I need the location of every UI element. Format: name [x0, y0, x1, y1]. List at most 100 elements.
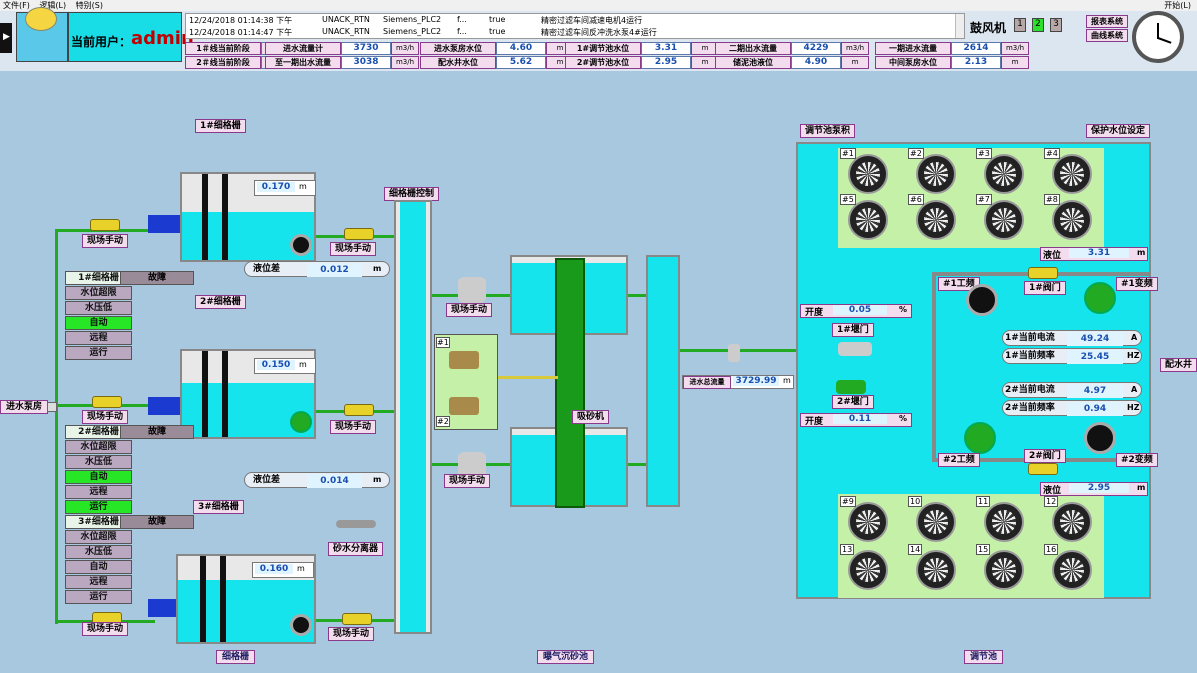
fault-indicator[interactable]: 故障 — [120, 425, 194, 439]
manual-label-4[interactable]: 现场手动 — [330, 242, 377, 256]
valve-icon[interactable] — [90, 219, 120, 231]
gate-valve-icon[interactable] — [458, 277, 486, 303]
valve-1-label[interactable]: 1#阀门 — [1024, 281, 1066, 295]
current-1-readout: 1#当前电流 49.24 A — [1002, 330, 1142, 346]
manual-label-7[interactable]: 现场手动 — [446, 303, 493, 317]
metric-value: 4.90 — [791, 56, 841, 69]
current-2-readout: 2#当前电流 4.97 A — [1002, 382, 1142, 398]
manual-label-8[interactable]: 现场手动 — [444, 474, 491, 488]
sand-suction-label[interactable]: 吸砂机 — [572, 410, 610, 424]
fan-icon[interactable] — [984, 550, 1024, 590]
fan-number: 10 — [908, 496, 923, 507]
footer-adjust-label[interactable]: 调节池 — [964, 650, 1004, 664]
fan-icon[interactable] — [916, 154, 956, 194]
fan-icon[interactable] — [1052, 200, 1092, 240]
event-src: Siemens_PLC2 — [383, 27, 442, 36]
valve-icon[interactable] — [344, 404, 374, 416]
inlet-pump-house-label[interactable]: 进水泵房 — [0, 400, 48, 414]
metric-label: 储泥池液位 — [715, 56, 791, 69]
menu-open[interactable]: 开始(L) — [1164, 0, 1191, 11]
pump-2b-icon[interactable] — [1084, 422, 1116, 454]
distribution-well-label[interactable]: 配水井 — [1160, 358, 1197, 372]
menu-file[interactable]: 文件(F) — [3, 1, 30, 10]
screen-3-label[interactable]: 3#细格栅 — [193, 500, 244, 514]
valve-icon[interactable] — [344, 228, 374, 240]
sand-suction-bridge[interactable] — [555, 258, 585, 508]
fan-icon[interactable] — [916, 200, 956, 240]
gate-2-icon[interactable] — [836, 380, 866, 394]
metric-label: 二期出水流量 — [715, 42, 791, 55]
fan-icon[interactable] — [916, 550, 956, 590]
fault-indicator[interactable]: 故障 — [120, 515, 194, 529]
blower-3-indicator[interactable]: 3 — [1050, 18, 1062, 32]
status-item: 远程 — [65, 331, 132, 345]
metric-label: 2＃线当前阶段 — [185, 56, 261, 69]
metric-label: 至一期出水流量 — [265, 56, 341, 69]
event-list[interactable]: 12/24/2018 01:14:38 下午 UNACK_RTN Siemens_P… — [185, 13, 965, 39]
screen-2-pump-icon[interactable] — [290, 411, 312, 433]
metrics-row-2: 2＃线当前阶段9至一期出水流量3038m3/h配水井水位5.62m2#调节池水位… — [185, 56, 1135, 70]
fan-icon[interactable] — [848, 200, 888, 240]
screen-control-button[interactable]: 细格栅控制 — [384, 187, 440, 201]
pump-1-icon[interactable] — [966, 284, 998, 316]
pump-1b-icon[interactable] — [1084, 282, 1116, 314]
screen-channel — [394, 200, 432, 634]
valve-icon[interactable] — [92, 396, 122, 408]
curve-system-button[interactable]: 曲线系统 — [1086, 29, 1128, 42]
fan-icon[interactable] — [984, 502, 1024, 542]
footer-screen-label[interactable]: 细格栅 — [216, 650, 256, 664]
pump-1-vfd-label[interactable]: #1变频 — [1116, 277, 1158, 291]
fan-icon[interactable] — [1052, 550, 1092, 590]
menu-special[interactable]: 特别(S) — [76, 1, 103, 10]
fan-icon[interactable] — [916, 502, 956, 542]
status-item: 水压低 — [65, 545, 132, 559]
side-toggle-button[interactable]: ▶ — [0, 23, 12, 53]
metric-value: 4.60 — [496, 42, 546, 55]
protect-level-button[interactable]: 保护水位设定 — [1086, 124, 1151, 138]
footer-grit-label[interactable]: 曝气沉砂池 — [537, 650, 595, 664]
manual-label-5[interactable]: 现场手动 — [330, 420, 377, 434]
manual-label-2[interactable]: 现场手动 — [82, 410, 129, 424]
fan-number: 11 — [976, 496, 991, 507]
fan-icon[interactable] — [984, 154, 1024, 194]
adjust-volume-button[interactable]: 调节池泵积 — [800, 124, 856, 138]
manual-label-1[interactable]: 现场手动 — [82, 234, 129, 248]
event-time: 12/24/2018 01:14:38 下午 — [189, 16, 293, 25]
pump-2-fixed-label[interactable]: #2工频 — [938, 453, 980, 467]
manual-label-6[interactable]: 现场手动 — [328, 627, 375, 641]
pump-2-icon[interactable] — [964, 422, 996, 454]
process-diagram: 进水泵房 1#细格栅 2#细格栅 3#细格栅 0.170 m 0.150 m 0.1… — [0, 72, 1197, 673]
report-system-button[interactable]: 报表系统 — [1086, 15, 1128, 28]
screen-1-pump-icon[interactable] — [290, 234, 312, 256]
screen-2-diff: 液位差 0.014 m — [244, 472, 390, 488]
gate-1-icon[interactable] — [838, 342, 872, 356]
valve-2-icon[interactable] — [1028, 463, 1058, 475]
fan-icon[interactable] — [848, 502, 888, 542]
fan-icon[interactable] — [984, 200, 1024, 240]
blower-1-indicator[interactable]: 1 — [1014, 18, 1026, 32]
screen-2-label[interactable]: 2#细格栅 — [195, 295, 246, 309]
sand-separator-label[interactable]: 砂水分离器 — [328, 542, 384, 556]
pump-2-vfd-label[interactable]: #2变频 — [1116, 453, 1158, 467]
status-item: 自动 — [65, 316, 132, 330]
manual-label-3[interactable]: 现场手动 — [82, 622, 129, 636]
fan-icon[interactable] — [848, 154, 888, 194]
fan-number: 15 — [976, 544, 991, 555]
event-scrollbar[interactable] — [955, 14, 964, 38]
valve-icon[interactable] — [342, 613, 372, 625]
metric-value: 3038 — [341, 56, 391, 69]
fan-icon[interactable] — [1052, 502, 1092, 542]
inlet-channel-1 — [148, 215, 180, 233]
valve-2-label[interactable]: 2#阀门 — [1024, 449, 1066, 463]
fan-icon[interactable] — [848, 550, 888, 590]
gate-2-label[interactable]: 2#堰门 — [832, 395, 874, 409]
blower-2-indicator[interactable]: 2 — [1032, 18, 1044, 32]
fault-indicator[interactable]: 故障 — [120, 271, 194, 285]
status-item: 自动 — [65, 560, 132, 574]
screen-1-label[interactable]: 1#细格栅 — [195, 119, 246, 133]
gate-1-label[interactable]: 1#堰门 — [832, 323, 874, 337]
valve-1-icon[interactable] — [1028, 267, 1058, 279]
screen-3-pump-icon[interactable] — [290, 614, 312, 636]
status-item: 远程 — [65, 485, 132, 499]
fan-icon[interactable] — [1052, 154, 1092, 194]
